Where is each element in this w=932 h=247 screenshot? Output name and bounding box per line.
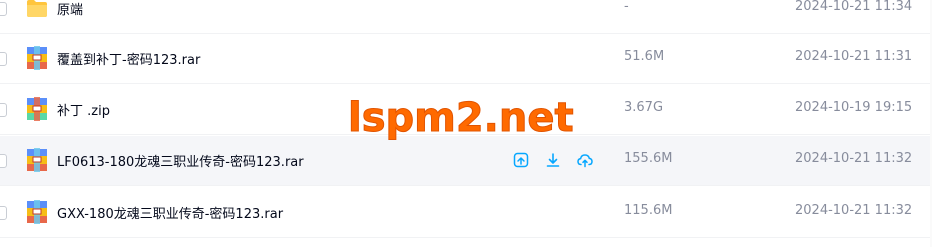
file-row-1[interactable]: 覆盖到补丁-密码123.rar 51.6M 2024-10-21 11:31 [0, 34, 932, 84]
file-name[interactable]: 覆盖到补丁-密码123.rar [57, 49, 200, 68]
file-name[interactable]: 原端 [57, 0, 83, 18]
file-name[interactable]: 补丁 .zip [57, 100, 110, 119]
file-size: 3.67G [624, 100, 664, 115]
cloud-upload-icon[interactable] [576, 151, 594, 169]
archive-icon [27, 97, 47, 121]
archive-icon [27, 148, 47, 172]
folder-icon [27, 0, 47, 17]
row-checkbox[interactable] [0, 2, 7, 16]
row-checkbox[interactable] [0, 52, 7, 66]
file-date: 2024-10-21 11:31 [795, 49, 913, 64]
file-size: 155.6M [624, 151, 673, 166]
file-date: 2024-10-21 11:32 [795, 151, 913, 166]
file-row-0[interactable]: 原端 - 2024-10-21 11:34 [0, 0, 932, 34]
file-name[interactable]: LF0613-180龙魂三职业传奇-密码123.rar [57, 151, 304, 170]
file-date: 2024-10-21 11:34 [795, 0, 913, 14]
row-checkbox[interactable] [0, 206, 7, 220]
file-size: 51.6M [624, 49, 665, 64]
row-checkbox[interactable] [0, 103, 7, 117]
file-date: 2024-10-19 19:15 [795, 100, 913, 115]
share-icon[interactable] [512, 151, 530, 169]
archive-icon [27, 46, 47, 70]
file-date: 2024-10-21 11:32 [795, 203, 913, 218]
download-icon[interactable] [544, 151, 562, 169]
file-name[interactable]: GXX-180龙魂三职业传奇-密码123.rar [57, 203, 283, 222]
file-size: - [624, 0, 629, 14]
file-list: 原端 - 2024-10-21 11:34 覆盖到补丁-密码123.rar 51… [0, 0, 932, 247]
watermark-text: lspm2.net [348, 95, 575, 142]
row-checkbox[interactable] [0, 154, 7, 168]
archive-icon [27, 200, 47, 224]
file-row-4[interactable]: GXX-180龙魂三职业传奇-密码123.rar 115.6M 2024-10-… [0, 188, 932, 238]
file-size: 115.6M [624, 203, 673, 218]
row-actions [512, 151, 594, 169]
